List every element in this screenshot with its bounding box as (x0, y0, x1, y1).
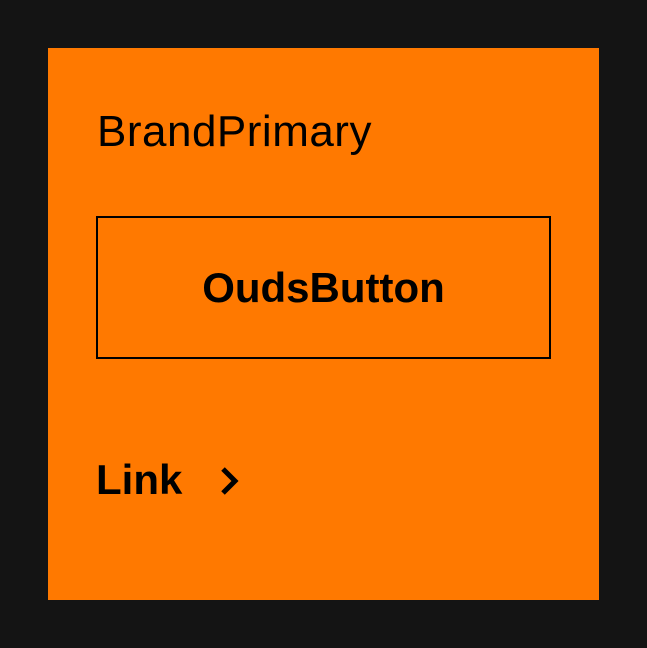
brand-primary-card: BrandPrimary OudsButton Link (48, 48, 599, 600)
link-label: Link (96, 456, 183, 503)
chevron-right-icon (216, 464, 244, 498)
ouds-button-label: OudsButton (202, 263, 445, 311)
card-title: BrandPrimary (97, 107, 372, 156)
link[interactable]: Link (96, 452, 244, 508)
ouds-button[interactable]: OudsButton (96, 216, 551, 359)
